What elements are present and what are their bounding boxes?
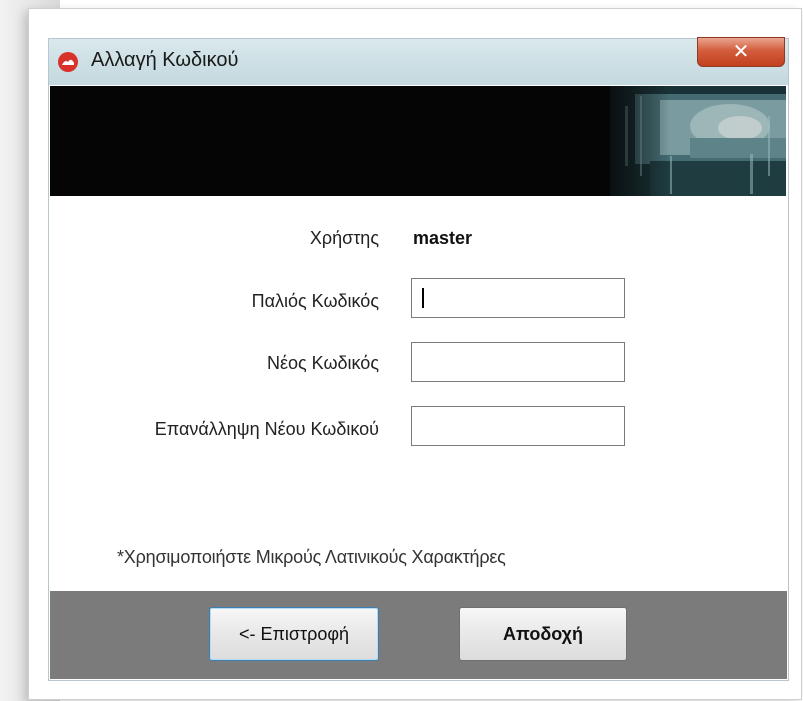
change-password-dialog: Αλλαγή Κωδικού ✕ Χρήστης master Παλιός Κ… <box>48 37 789 681</box>
banner-graphic <box>50 86 786 196</box>
new-password-label: Νέος Κωδικός <box>266 353 379 373</box>
app-logo-icon <box>58 52 78 72</box>
user-value: master <box>413 228 473 248</box>
back-button[interactable]: <- Επιστροφή <box>209 607 379 661</box>
repeat-password-input[interactable] <box>411 406 625 446</box>
repeat-password-label: Επανάλληψη Νέου Κωδικού <box>154 419 379 439</box>
new-password-input[interactable] <box>411 342 625 382</box>
old-password-label: Παλιός Κωδικός <box>251 291 379 311</box>
title-bar[interactable]: Αλλαγή Κωδικού ✕ <box>49 37 788 85</box>
text-caret <box>422 288 424 308</box>
close-button[interactable]: ✕ <box>697 37 785 67</box>
user-label: Χρήστης <box>309 228 379 248</box>
button-bar <box>50 591 787 679</box>
accept-button[interactable]: Αποδοχή <box>459 607 627 661</box>
latin-lowercase-note: *Χρησιμοποιήστε Μικρούς Λατινικούς Χαρακ… <box>117 547 506 567</box>
header-banner <box>50 86 786 196</box>
old-password-input[interactable] <box>411 278 625 318</box>
window-title: Αλλαγή Κωδικού <box>91 49 239 71</box>
